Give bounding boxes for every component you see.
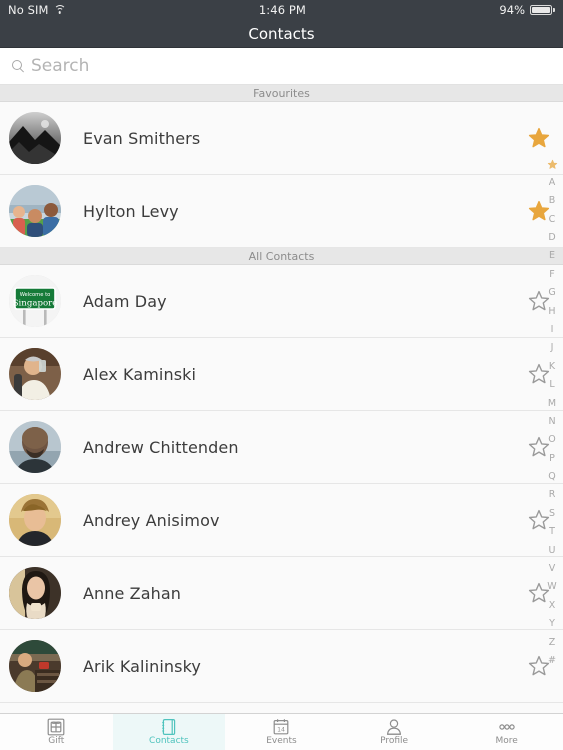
- person-icon: [385, 718, 403, 736]
- index-letter[interactable]: C: [541, 210, 563, 228]
- avatar: [9, 112, 61, 164]
- search-input[interactable]: [31, 56, 551, 76]
- contact-name: Anne Zahan: [83, 583, 182, 603]
- index-letter[interactable]: J: [541, 339, 563, 357]
- alphabet-index[interactable]: A B C D E F G H I J K L M N O P Q R S T U V W X Y Z #: [541, 155, 563, 670]
- tab-bar[interactable]: Gift Contacts 14 Events Profile More: [0, 713, 563, 750]
- index-letter[interactable]: V: [541, 560, 563, 578]
- index-letter[interactable]: Q: [541, 468, 563, 486]
- index-letter[interactable]: D: [541, 229, 563, 247]
- avatar: [9, 185, 61, 237]
- contact-name: Evan Smithers: [83, 128, 201, 148]
- calendar-icon: 14: [272, 718, 290, 736]
- index-letter[interactable]: R: [541, 486, 563, 504]
- svg-text:14: 14: [278, 726, 286, 733]
- contact-name: Arik Kalininsky: [83, 656, 201, 676]
- contact-row[interactable]: Welcome to Singapore Adam Day: [0, 265, 563, 338]
- search-icon: [12, 60, 24, 72]
- tab-events[interactable]: 14 Events: [225, 714, 338, 750]
- avatar: [9, 421, 61, 473]
- index-letter[interactable]: X: [541, 596, 563, 614]
- status-bar: No SIM 1:46 PM 94%: [0, 0, 563, 20]
- index-letter[interactable]: A: [541, 173, 563, 191]
- index-letter[interactable]: H: [541, 302, 563, 320]
- tab-label: Contacts: [149, 736, 189, 746]
- tab-gift[interactable]: Gift: [0, 714, 113, 750]
- index-favourites-star-icon[interactable]: [541, 155, 563, 173]
- index-letter[interactable]: B: [541, 192, 563, 210]
- avatar: [9, 640, 61, 692]
- tab-label: Profile: [380, 736, 409, 746]
- index-letter[interactable]: N: [541, 412, 563, 430]
- svg-text:Singapore: Singapore: [13, 299, 58, 309]
- contact-name: Andrew Chittenden: [83, 437, 239, 457]
- battery-percent-label: 94%: [499, 3, 526, 17]
- index-letter[interactable]: U: [541, 541, 563, 559]
- contact-row[interactable]: Anne Zahan: [0, 557, 563, 630]
- tab-label: More: [495, 736, 518, 746]
- navigation-bar: Contacts: [0, 20, 563, 48]
- tab-label: Events: [266, 736, 297, 746]
- avatar: [9, 348, 61, 400]
- contact-row[interactable]: Evan Smithers: [0, 102, 563, 175]
- index-letter[interactable]: Y: [541, 615, 563, 633]
- avatar: [9, 567, 61, 619]
- avatar: [9, 494, 61, 546]
- index-letter[interactable]: P: [541, 449, 563, 467]
- status-right: 94%: [499, 3, 555, 17]
- favourite-star-filled-icon[interactable]: [527, 126, 551, 150]
- tab-profile[interactable]: Profile: [338, 714, 451, 750]
- carrier-label: No SIM: [8, 3, 49, 17]
- index-letter[interactable]: #: [541, 652, 563, 670]
- contact-name: Alex Kaminski: [83, 364, 197, 384]
- contact-name: Hylton Levy: [83, 201, 179, 221]
- contact-row[interactable]: Hylton Levy: [0, 175, 563, 248]
- contact-row[interactable]: Arik Kalininsky: [0, 630, 563, 703]
- tab-label: Gift: [48, 736, 65, 746]
- gift-icon: [47, 718, 65, 736]
- contacts-list[interactable]: Favourites Evan Smithers Hylton Levy All …: [0, 85, 563, 713]
- status-time: 1:46 PM: [258, 3, 306, 17]
- ellipsis-icon: [498, 718, 516, 736]
- search-bar[interactable]: [0, 48, 563, 85]
- index-letter[interactable]: T: [541, 523, 563, 541]
- contacts-screen: No SIM 1:46 PM 94% Contacts Favourites E…: [0, 0, 563, 750]
- index-letter[interactable]: K: [541, 357, 563, 375]
- page-title: Contacts: [248, 24, 315, 43]
- contacts-icon: [160, 718, 178, 736]
- battery-icon: [530, 5, 555, 15]
- tab-contacts[interactable]: Contacts: [112, 714, 226, 750]
- index-letter[interactable]: F: [541, 265, 563, 283]
- section-header: All Contacts: [0, 248, 563, 265]
- contact-name: Andrey Anisimov: [83, 510, 220, 530]
- index-letter[interactable]: O: [541, 431, 563, 449]
- avatar: Welcome to Singapore: [9, 275, 61, 327]
- wifi-icon: [53, 5, 66, 15]
- section-header: Favourites: [0, 85, 563, 102]
- index-letter[interactable]: G: [541, 284, 563, 302]
- svg-text:Welcome to: Welcome to: [20, 292, 51, 298]
- index-letter[interactable]: M: [541, 394, 563, 412]
- tab-more[interactable]: More: [450, 714, 563, 750]
- index-letter[interactable]: I: [541, 321, 563, 339]
- index-letter[interactable]: E: [541, 247, 563, 265]
- contact-row[interactable]: Andrey Anisimov: [0, 484, 563, 557]
- index-letter[interactable]: S: [541, 504, 563, 522]
- index-letter[interactable]: W: [541, 578, 563, 596]
- contact-row[interactable]: Alex Kaminski: [0, 338, 563, 411]
- status-left: No SIM: [8, 3, 66, 17]
- index-letter[interactable]: Z: [541, 633, 563, 651]
- contact-row[interactable]: Andrew Chittenden: [0, 411, 563, 484]
- contact-name: Adam Day: [83, 291, 167, 311]
- index-letter[interactable]: L: [541, 376, 563, 394]
